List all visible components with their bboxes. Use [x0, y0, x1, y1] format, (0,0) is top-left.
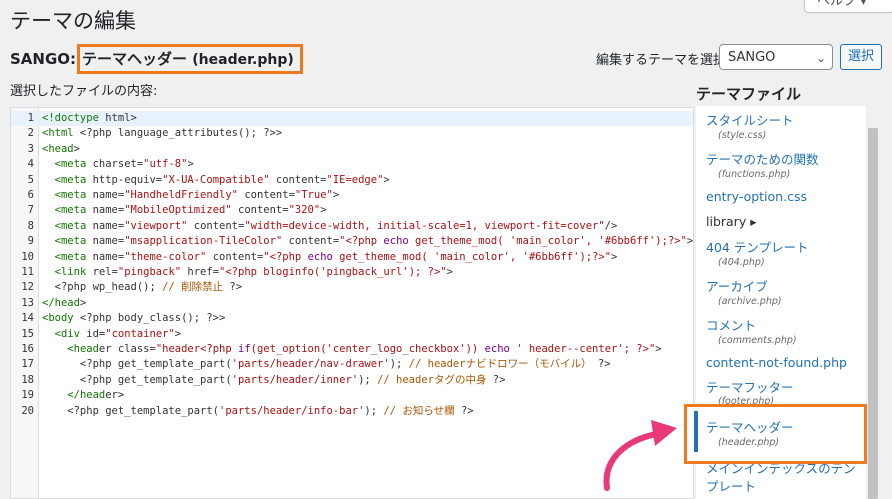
code-text: <header class="header<?php if(get_option…	[67, 343, 662, 355]
file-content-label: 選択したファイルの内容:	[10, 84, 158, 99]
code-text: <meta name="theme-color" content="<?php …	[54, 250, 618, 263]
line-number: 11	[21, 266, 34, 278]
file-path-functions: (functions.php)	[718, 169, 791, 180]
theme-files-title: テーマファイル	[696, 85, 802, 103]
file-link-content-not-found[interactable]: content-not-found.php	[706, 355, 847, 370]
file-path-style: (style.css)	[718, 130, 767, 141]
current-file-indicator	[694, 411, 698, 452]
line-number: 12	[21, 281, 34, 294]
code-line[interactable]: 19 </header>	[11, 388, 693, 403]
line-number: 2	[27, 127, 34, 140]
line-number: 17	[21, 358, 34, 371]
file-link-entry-option[interactable]: entry-option.css	[706, 189, 807, 204]
file-link-header[interactable]: テーマヘッダー	[706, 417, 794, 436]
line-number: 9	[27, 235, 34, 248]
code-text: <meta name="MobileOptimized" content="32…	[54, 204, 327, 217]
theme-select-value: SANGO	[728, 50, 776, 65]
line-number: 14	[21, 312, 34, 325]
code-text: </header>	[67, 389, 125, 402]
line-number: 10	[21, 250, 34, 263]
code-text: <?php get_template_part('parts/header/na…	[42, 358, 611, 371]
code-text: <?php get_template_part('parts/header/in…	[42, 404, 474, 417]
page-title: テーマの編集	[10, 9, 136, 33]
line-number: 18	[21, 373, 34, 386]
file-desc: (header.php)	[192, 52, 294, 68]
file-path-archive: (archive.php)	[718, 296, 782, 307]
code-text: <link rel="pingback" href="<?php bloginf…	[54, 266, 453, 278]
file-name: テーマヘッダー	[82, 50, 188, 68]
file-link-404[interactable]: 404 テンプレート	[706, 237, 808, 256]
code-line[interactable]: 15 <div id="container">	[11, 327, 693, 342]
code-text: <html <?php language_attributes(); ?>>	[42, 127, 283, 140]
code-line[interactable]: 7 <meta name="MobileOptimized" content="…	[11, 203, 693, 218]
code-text: <?php wp_head(); // 削除禁止 ?>	[42, 281, 243, 294]
code-line[interactable]: 9 <meta name="msapplication-TileColor" c…	[11, 234, 693, 249]
code-line[interactable]: 3 <head>	[11, 142, 693, 157]
code-line[interactable]: 2 <html <?php language_attributes(); ?>>	[11, 126, 693, 141]
folder-library[interactable]: library ▸	[706, 214, 756, 229]
theme-select[interactable]: SANGO ⌄	[719, 44, 833, 70]
code-line[interactable]: 16 <header class="header<?php if(get_opt…	[11, 342, 693, 357]
code-line[interactable]: 4 <meta charset="utf-8">	[11, 157, 693, 172]
line-number: 16	[21, 343, 34, 355]
file-link-functions[interactable]: テーマのための関数	[706, 149, 819, 168]
line-number: 6	[27, 189, 34, 201]
code-line[interactable]: 1 <!doctype html>	[11, 111, 693, 126]
code-line[interactable]: 17 <?php get_template_part('parts/header…	[11, 357, 693, 372]
code-text: <?php get_template_part('parts/header/in…	[42, 373, 506, 386]
code-line[interactable]: 12 <?php wp_head(); // 削除禁止 ?>	[11, 280, 693, 295]
code-text: <meta name="msapplication-TileColor" con…	[54, 235, 694, 248]
line-number: 13	[21, 296, 34, 309]
help-tab-button[interactable]: ヘルプ ▾	[804, 0, 892, 13]
line-number: 7	[27, 204, 34, 217]
file-path-404: (404.php)	[718, 257, 765, 268]
line-number: 19	[21, 389, 34, 402]
line-number: 5	[27, 173, 34, 186]
line-number: 1	[27, 112, 34, 124]
code-line[interactable]: 8 <meta name="viewport" content="width=d…	[11, 219, 693, 234]
code-text: <body <?php body_class(); ?>>	[42, 312, 226, 325]
file-path-header: (header.php)	[718, 437, 780, 448]
chevron-down-icon: ⌄	[815, 51, 826, 65]
line-number: 3	[27, 142, 34, 155]
file-link-index[interactable]: メインインデックスのテンプレート	[706, 460, 856, 496]
file-name-highlight: テーマヘッダー (header.php)	[77, 44, 303, 74]
file-heading: SANGO: テーマヘッダー (header.php)	[10, 44, 303, 74]
line-number: 4	[27, 158, 34, 171]
code-text: </head>	[42, 296, 87, 309]
code-line[interactable]: 11 <link rel="pingback" href="<?php blog…	[11, 265, 693, 280]
line-number: 15	[21, 327, 34, 340]
code-line[interactable]: 10 <meta name="theme-color" content="<?p…	[11, 250, 693, 265]
current-file-highlight[interactable]: テーマヘッダー (header.php)	[684, 404, 867, 464]
file-link-archive[interactable]: アーカイブ	[706, 276, 768, 295]
code-text: <div id="container">	[54, 327, 182, 340]
code-text: <meta name="viewport" content="width=dev…	[54, 219, 618, 232]
file-path-comments: (comments.php)	[718, 335, 797, 346]
code-line[interactable]: 6 <meta name="HandheldFriendly" content=…	[11, 188, 693, 203]
line-number: 8	[27, 219, 34, 232]
code-text: <head>	[42, 142, 80, 155]
theme-select-label: 編集するテーマを選択:	[596, 53, 731, 68]
file-link-style[interactable]: スタイルシート	[706, 110, 794, 129]
code-text: <meta name="HandheldFriendly" content="T…	[54, 189, 340, 201]
code-line[interactable]: 5 <meta http-equiv="X-UA-Compatible" con…	[11, 173, 693, 188]
theme-name: SANGO:	[10, 50, 77, 68]
code-text: <!doctype html>	[42, 112, 137, 124]
scrollbar-thumb[interactable]	[868, 128, 878, 499]
code-line[interactable]: 13 </head>	[11, 296, 693, 311]
code-text: <meta charset="utf-8">	[54, 158, 194, 171]
select-theme-button[interactable]: 選択	[840, 44, 882, 70]
file-link-footer[interactable]: テーマフッター	[706, 377, 794, 396]
pointer-arrow-icon	[603, 420, 677, 491]
code-line[interactable]: 18 <?php get_template_part('parts/header…	[11, 373, 693, 388]
line-number: 20	[21, 404, 34, 417]
file-link-comments[interactable]: コメント	[706, 315, 756, 334]
code-text: <meta http-equiv="X-UA-Compatible" conte…	[54, 173, 390, 186]
code-line[interactable]: 14 <body <?php body_class(); ?>>	[11, 311, 693, 326]
